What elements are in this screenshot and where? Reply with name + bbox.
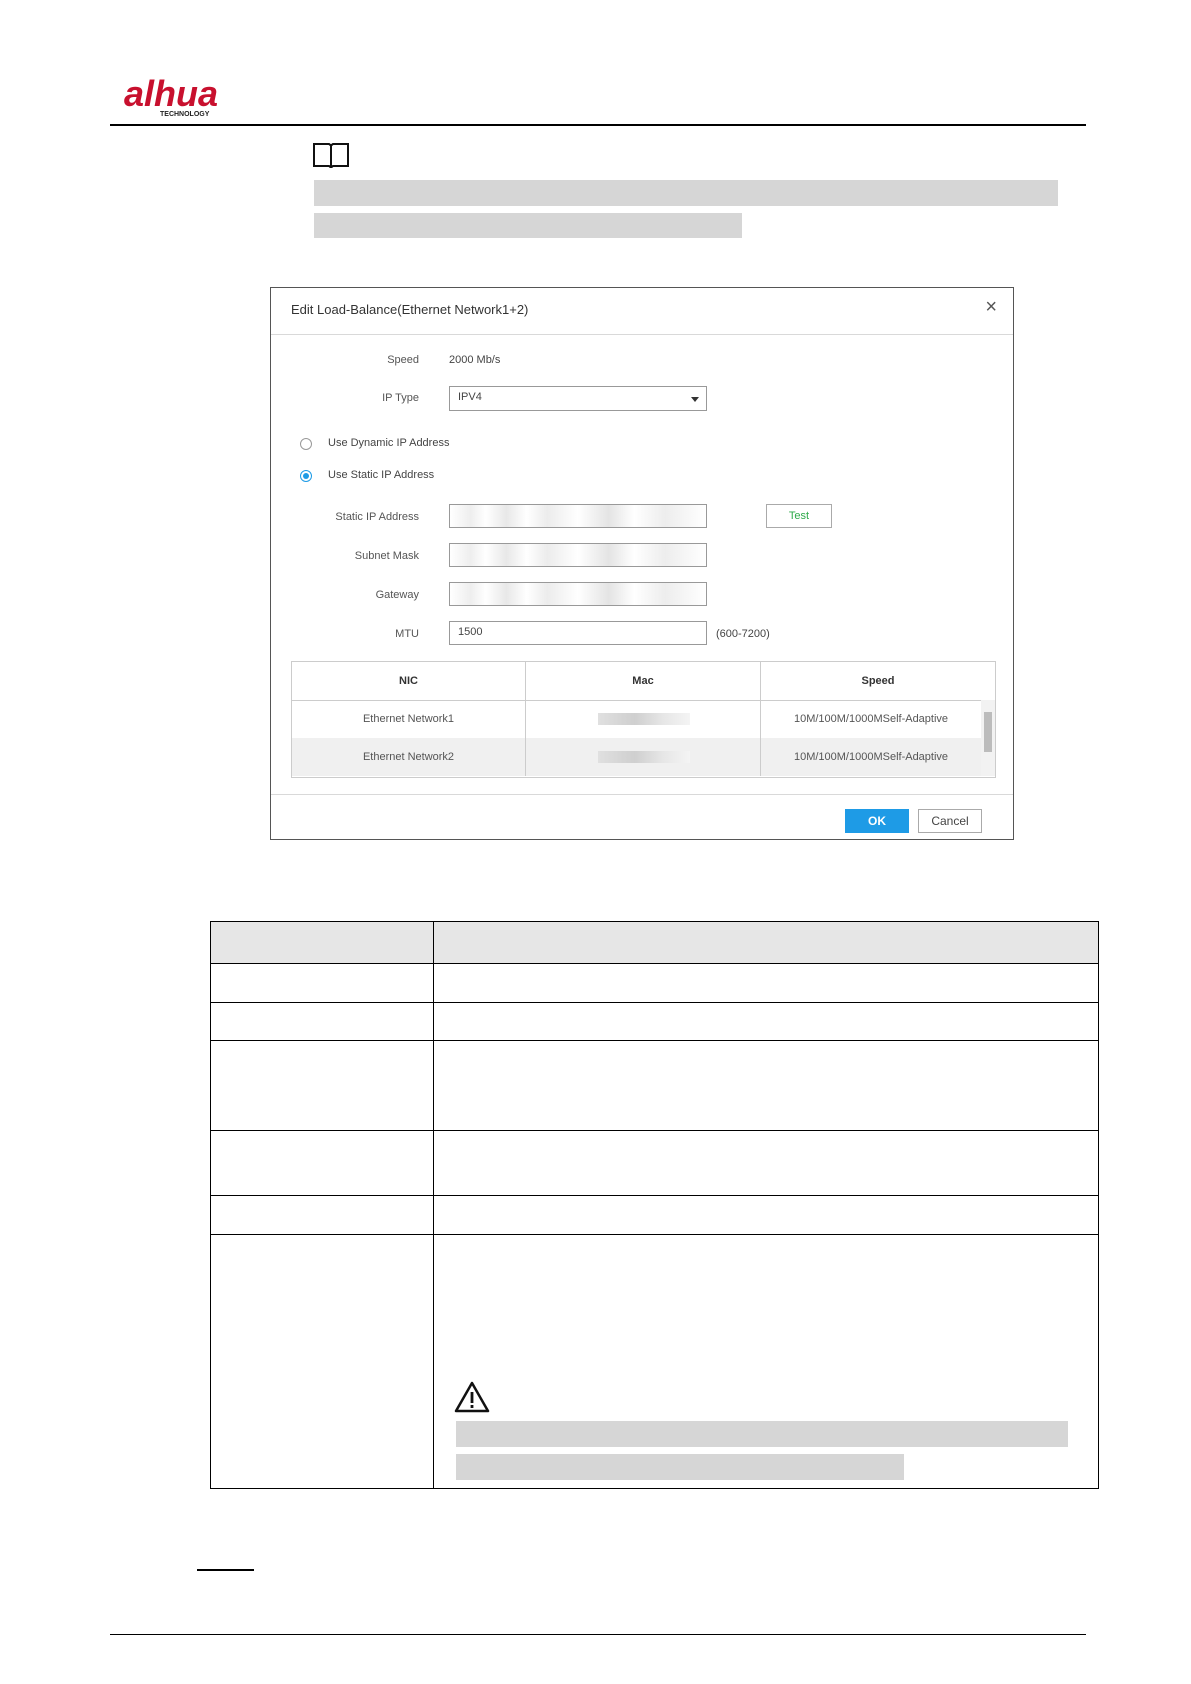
static-ip-address-label: Static IP Address (335, 511, 419, 523)
ok-button[interactable]: OK (845, 809, 909, 833)
warning-triangle-icon (454, 1381, 490, 1413)
mtu-label: MTU (395, 628, 419, 640)
speed-cell: 10M/100M/1000MSelf-Adaptive (793, 713, 949, 725)
mtu-value: 1500 (458, 626, 483, 638)
company-logo: alhua TECHNOLOGY (124, 73, 264, 118)
table-scrollbar[interactable] (981, 700, 995, 776)
cancel-button[interactable]: Cancel (918, 809, 982, 833)
static-ip-radio[interactable] (300, 470, 312, 482)
logo-wordmark: alhua (124, 74, 218, 114)
redacted-warning-line (456, 1454, 904, 1480)
test-button[interactable]: Test (766, 504, 832, 528)
mtu-input[interactable]: 1500 (449, 621, 707, 645)
gateway-label: Gateway (375, 589, 419, 601)
logo-subtext: TECHNOLOGY (160, 111, 210, 118)
edit-load-balance-dialog: Edit Load-Balance(Ethernet Network1+2) ×… (270, 287, 1014, 840)
dialog-title: Edit Load-Balance(Ethernet Network1+2) (291, 302, 529, 317)
mac-cell (526, 738, 761, 776)
static-ip-label: Use Static IP Address (328, 469, 435, 481)
nic-name-cell: Ethernet Network2 (292, 738, 526, 776)
footer-rule (110, 1634, 1086, 1635)
ip-type-label: IP Type (382, 392, 419, 404)
static-ip-address-input[interactable] (449, 504, 707, 528)
table-row[interactable]: Ethernet Network2 10M/100M/1000MSelf-Ada… (292, 738, 981, 776)
mtu-range-hint: (600-7200) (716, 628, 770, 640)
footnote-rule (197, 1569, 254, 1571)
book-icon (312, 141, 350, 169)
redacted-note-line (314, 180, 1058, 206)
chevron-down-icon (691, 397, 699, 402)
subnet-mask-label: Subnet Mask (354, 550, 419, 562)
speed-cell: 10M/100M/1000MSelf-Adaptive (793, 751, 949, 763)
table-row-divider (211, 1002, 1098, 1003)
gateway-input[interactable] (449, 582, 707, 606)
close-icon[interactable]: × (985, 296, 997, 319)
nic-table-header-row: NIC Mac Speed (292, 662, 995, 701)
table-row-divider (211, 963, 1098, 964)
speed-label: Speed (387, 354, 419, 366)
nic-column-header: NIC (292, 662, 526, 700)
table-row-divider (211, 1040, 1098, 1041)
table-row-divider (211, 1130, 1098, 1131)
mac-column-header: Mac (526, 662, 761, 700)
speed-value: 2000 Mb/s (449, 354, 501, 366)
header-rule (110, 124, 1086, 126)
dialog-header-divider (271, 334, 1013, 335)
speed-column-header: Speed (861, 675, 895, 687)
subnet-mask-input[interactable] (449, 543, 707, 567)
ip-type-select[interactable]: IPV4 (449, 386, 707, 411)
parameter-table-column-divider (433, 922, 434, 1488)
scrollbar-thumb[interactable] (984, 712, 992, 752)
dynamic-ip-radio[interactable] (300, 438, 312, 450)
table-row-divider (211, 1234, 1098, 1235)
ip-type-value: IPV4 (458, 391, 482, 403)
nic-table: NIC Mac Speed Ethernet Network1 10M/100M… (291, 661, 996, 778)
redacted-mac (598, 713, 690, 725)
nic-name-cell: Ethernet Network1 (292, 700, 526, 738)
table-row-divider (211, 1195, 1098, 1196)
redacted-note-line (314, 213, 742, 238)
redacted-mac (598, 751, 690, 763)
dynamic-ip-label: Use Dynamic IP Address (328, 437, 450, 449)
parameter-table-header (211, 922, 1098, 963)
dialog-footer-divider (271, 794, 1013, 795)
redacted-warning-line (456, 1421, 1068, 1447)
parameter-table (210, 921, 1099, 1489)
mac-cell (526, 700, 761, 738)
table-row[interactable]: Ethernet Network1 10M/100M/1000MSelf-Ada… (292, 700, 981, 738)
